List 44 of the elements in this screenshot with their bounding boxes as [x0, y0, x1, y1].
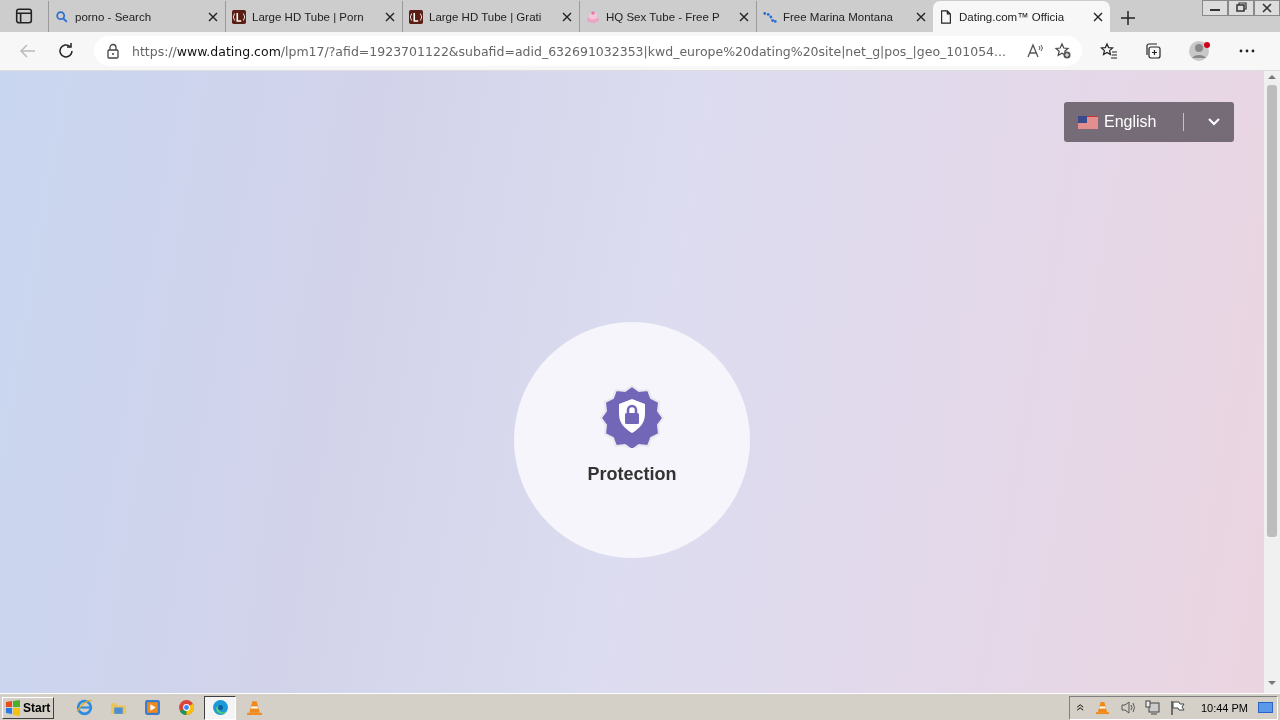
restore-icon[interactable]: [1228, 0, 1254, 16]
new-tab-icon[interactable]: [1118, 8, 1138, 28]
close-icon[interactable]: [384, 10, 396, 23]
taskbar-app[interactable]: [204, 695, 236, 720]
ie-icon: [75, 699, 93, 716]
lock-icon[interactable]: [104, 42, 122, 60]
logo-icon: [232, 9, 246, 24]
close-icon[interactable]: [207, 10, 219, 23]
desktop-icon[interactable]: [1258, 700, 1273, 715]
cake-icon: [586, 9, 600, 24]
page-icon: [939, 9, 953, 24]
flag-icon[interactable]: [1169, 700, 1185, 715]
browser-tab[interactable]: Dating.com™ Officia: [933, 1, 1110, 32]
clock-text[interactable]: 10:44 PM: [1200, 701, 1248, 714]
windows-logo-icon: [5, 699, 21, 716]
search-icon: [55, 9, 69, 24]
edge-icon: [211, 699, 229, 716]
tab-actions-icon[interactable]: [15, 7, 33, 25]
logo-icon: [409, 9, 423, 24]
minimize-icon[interactable]: [1202, 0, 1228, 16]
flag-icon: [1078, 115, 1098, 129]
traffic-cone-icon: [245, 699, 263, 716]
refresh-icon[interactable]: [56, 41, 76, 61]
speaker-icon[interactable]: [1119, 700, 1135, 715]
language-dropdown[interactable]: English: [1064, 102, 1234, 142]
close-icon[interactable]: [915, 10, 927, 23]
favorites-icon[interactable]: [1100, 42, 1118, 60]
start-button[interactable]: Start: [2, 696, 54, 719]
close-icon[interactable]: [1092, 10, 1104, 23]
read-aloud-icon[interactable]: [1026, 42, 1044, 60]
chrome-icon: [177, 699, 195, 716]
network-icon[interactable]: [1144, 700, 1160, 715]
profile-avatar-icon[interactable]: [1188, 39, 1212, 63]
collections-icon[interactable]: [1144, 42, 1162, 60]
close-icon[interactable]: [561, 10, 573, 23]
close-icon[interactable]: [738, 10, 750, 23]
media-player-icon: [143, 699, 161, 716]
feature-label: Protection: [587, 463, 677, 485]
dots-icon: [763, 9, 777, 24]
chevron-down-icon: [1208, 118, 1220, 126]
shield-lock-icon: [600, 383, 664, 448]
traffic-cone-icon: [1094, 700, 1110, 715]
add-favorite-icon[interactable]: [1054, 42, 1072, 60]
close-icon[interactable]: [1254, 0, 1280, 16]
